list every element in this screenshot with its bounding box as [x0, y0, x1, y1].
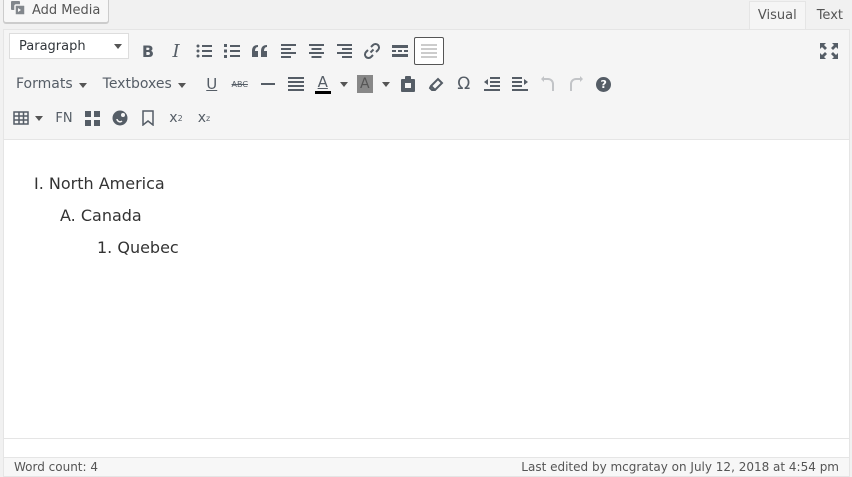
palette-icon[interactable]: [106, 104, 134, 132]
underline-button[interactable]: U: [198, 70, 226, 98]
textboxes-menu[interactable]: Textboxes: [97, 70, 192, 98]
last-edited: Last edited by mcgratay on July 12, 2018…: [521, 460, 839, 474]
toolbar-toggle-button[interactable]: [414, 37, 444, 65]
align-left-icon[interactable]: [274, 37, 302, 65]
add-media-button[interactable]: Add Media: [3, 0, 110, 23]
toolbar-row-2: Formats Textboxes U ABC A A Ω ?: [10, 68, 618, 100]
chevron-down-icon: [177, 83, 186, 88]
toolbar-row-3: FN x2 xz: [10, 102, 218, 134]
text-color-button[interactable]: A: [310, 70, 336, 98]
subscript-x: x: [197, 110, 207, 126]
editor-statusbar: [4, 438, 849, 439]
chevron-down-icon: [381, 81, 390, 87]
superscript-mark: 2: [177, 113, 183, 123]
text-color-dropdown[interactable]: [336, 70, 352, 98]
numbered-list-icon[interactable]: [218, 37, 246, 65]
chevron-down-icon: [35, 115, 43, 121]
background-color-letter: A: [356, 75, 373, 93]
superscript-button[interactable]: x2: [162, 104, 190, 132]
chevron-down-icon: [78, 83, 87, 88]
tab-text[interactable]: Text: [808, 1, 852, 30]
list-item: A. Canada: [60, 206, 142, 225]
list-item: I. North America: [34, 174, 165, 193]
superscript-x: x: [169, 110, 178, 126]
bullet-list-icon[interactable]: [190, 37, 218, 65]
formats-label: Formats: [16, 76, 73, 92]
italic-button[interactable]: I: [162, 37, 190, 65]
fullscreen-icon[interactable]: [815, 37, 843, 65]
tab-visual[interactable]: Visual: [748, 1, 806, 30]
media-icon: [10, 0, 26, 20]
editor-content[interactable]: I. North America A. Canada 1. Quebec: [4, 140, 849, 438]
format-select[interactable]: Paragraph: [9, 33, 129, 59]
table-icon: [13, 111, 29, 125]
kitchen-sink-icon: [414, 37, 444, 65]
undo-icon[interactable]: [534, 70, 562, 98]
text-color-letter: A: [317, 72, 328, 91]
text-color-swatch: [314, 90, 331, 94]
align-center-icon[interactable]: [302, 37, 330, 65]
paste-text-icon[interactable]: [394, 70, 422, 98]
footnote-button[interactable]: FN: [50, 104, 78, 132]
add-media-label: Add Media: [32, 2, 101, 18]
read-more-icon[interactable]: [386, 37, 414, 65]
redo-icon[interactable]: [562, 70, 590, 98]
background-color-dropdown[interactable]: [378, 70, 394, 98]
chevron-down-icon: [339, 81, 348, 87]
format-select-value: Paragraph: [19, 38, 86, 54]
editor-toolbar: Paragraph B I Formats Textboxes U ABC A: [4, 30, 849, 140]
post-status-info: Word count: 4 Last edited by mcgratay on…: [3, 458, 850, 477]
special-character-button[interactable]: Ω: [450, 70, 478, 98]
help-icon[interactable]: ?: [590, 70, 618, 98]
blocks-icon[interactable]: [78, 104, 106, 132]
subscript-mark: z: [206, 113, 211, 123]
textboxes-label: Textboxes: [102, 76, 172, 92]
bold-button[interactable]: B: [134, 37, 162, 65]
editor-frame: Paragraph B I Formats Textboxes U ABC A: [3, 29, 850, 458]
toolbar-row-1: B I: [134, 35, 444, 67]
strikethrough-button[interactable]: ABC: [226, 70, 254, 98]
justify-icon[interactable]: [282, 70, 310, 98]
link-icon[interactable]: [358, 37, 386, 65]
editor-topbar: Add Media Visual Text: [0, 0, 852, 30]
indent-icon[interactable]: [506, 70, 534, 98]
list-item: 1. Quebec: [97, 238, 179, 257]
bookmark-icon[interactable]: [134, 104, 162, 132]
table-button[interactable]: [10, 104, 46, 132]
chevron-down-icon: [114, 44, 122, 49]
align-right-icon[interactable]: [330, 37, 358, 65]
word-count: Word count: 4: [14, 460, 99, 474]
formats-menu[interactable]: Formats: [10, 70, 93, 98]
subscript-button[interactable]: xz: [190, 104, 218, 132]
blockquote-icon[interactable]: [246, 37, 274, 65]
background-color-button[interactable]: A: [352, 70, 378, 98]
help-glyph: ?: [596, 76, 612, 92]
eraser-icon[interactable]: [422, 70, 450, 98]
editor-tabs: Visual Text: [748, 1, 852, 30]
horizontal-line-icon[interactable]: [254, 70, 282, 98]
outdent-icon[interactable]: [478, 70, 506, 98]
